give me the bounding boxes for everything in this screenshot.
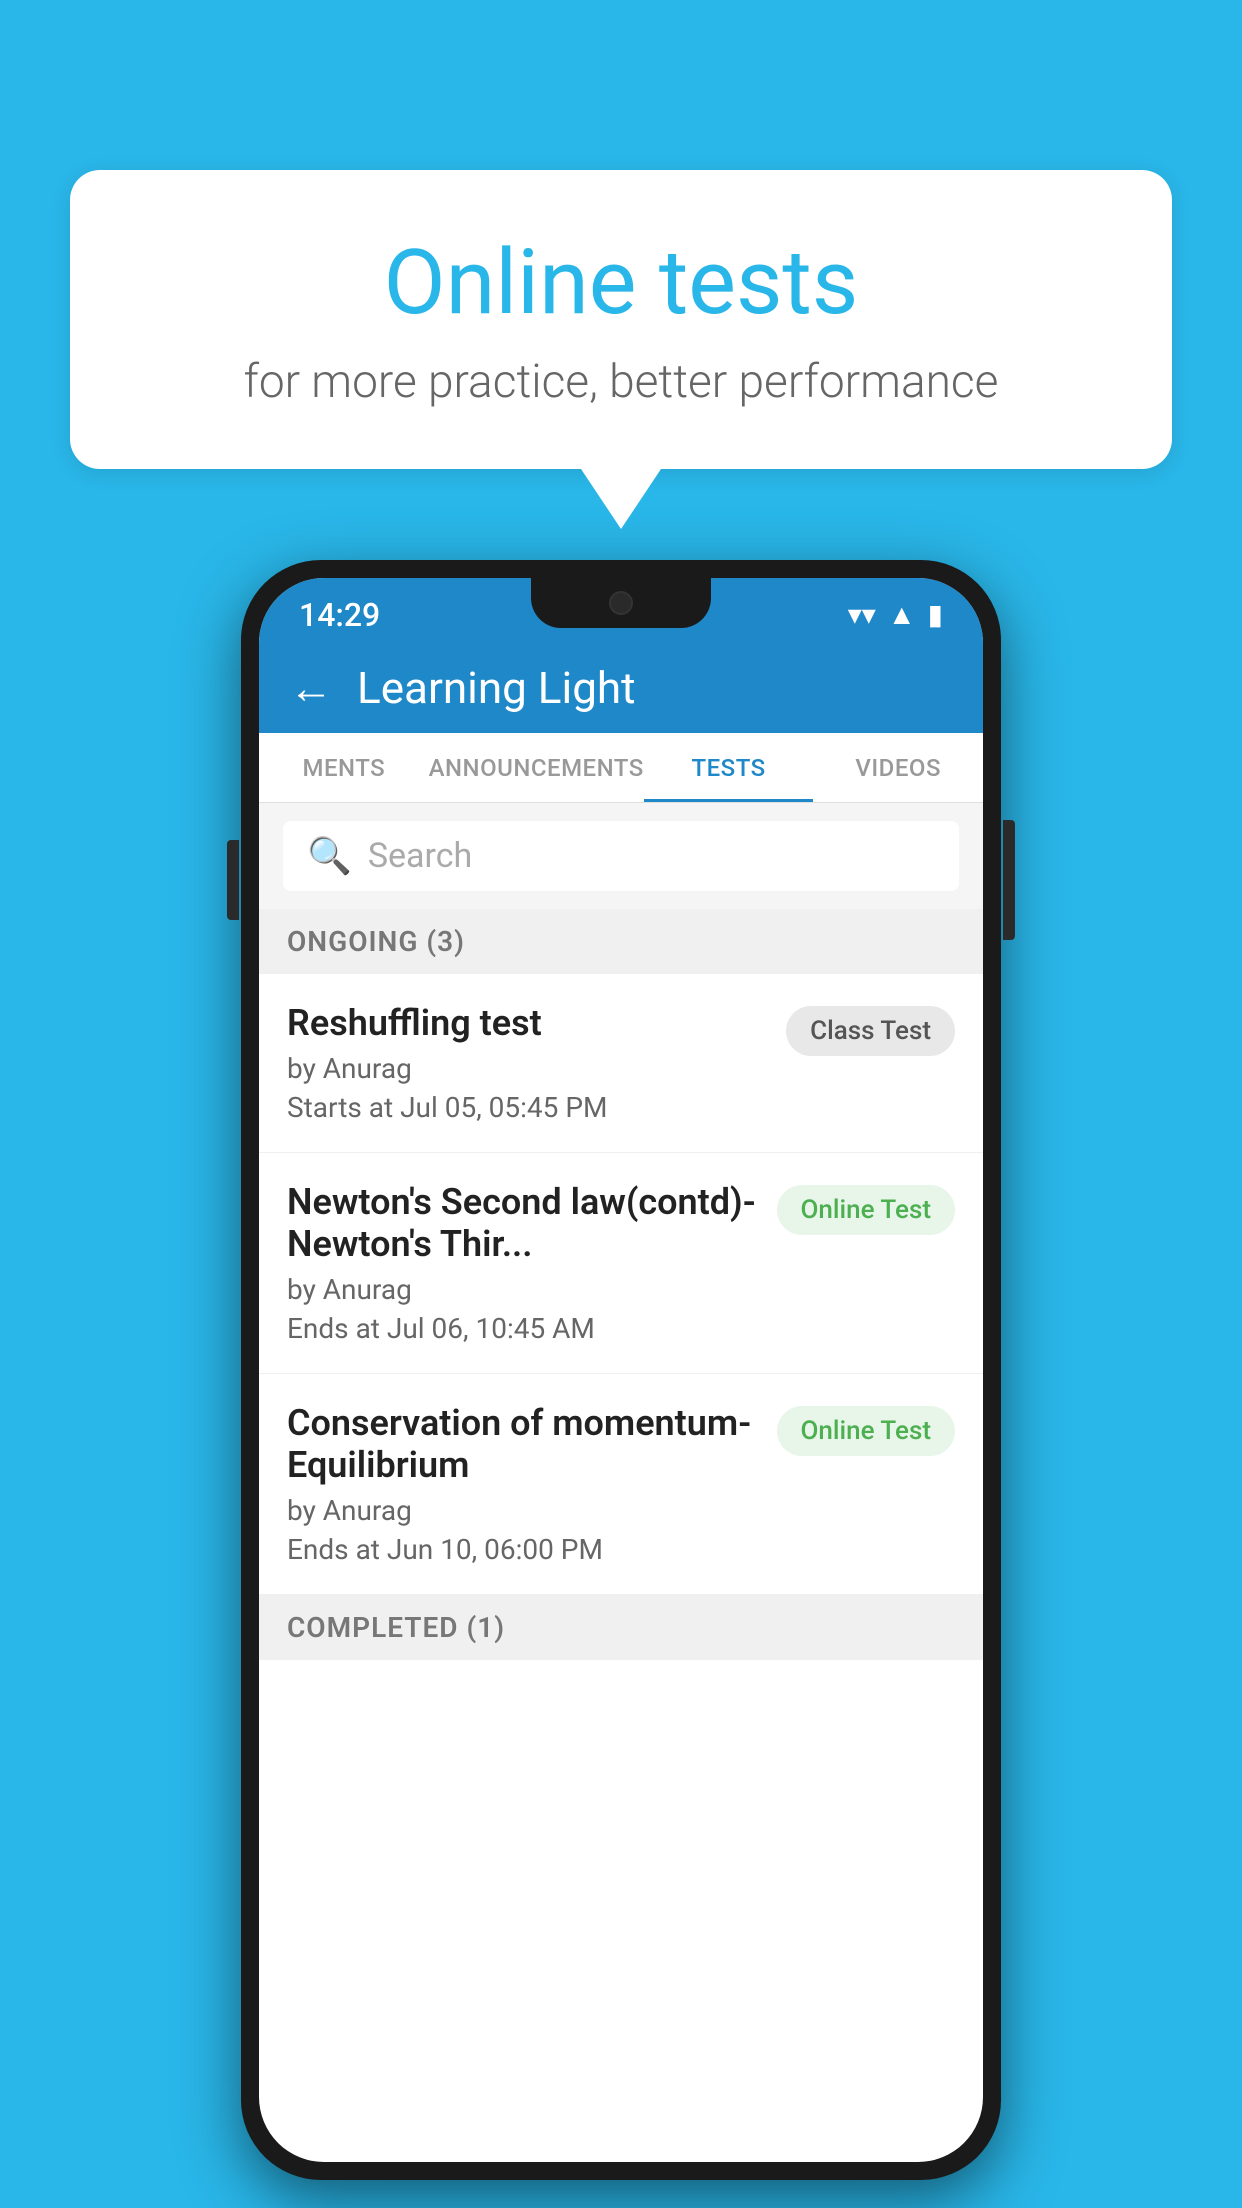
completed-section-title: COMPLETED (1): [287, 1611, 505, 1644]
test-name-1: Reshuffling test: [287, 1002, 766, 1044]
speech-bubble-container: Online tests for more practice, better p…: [70, 170, 1172, 529]
test-by-1: by Anurag: [287, 1052, 766, 1085]
completed-section-header: COMPLETED (1): [259, 1595, 983, 1660]
camera-notch: [609, 591, 633, 615]
test-item-1-left: Reshuffling test by Anurag Starts at Jul…: [287, 1002, 786, 1124]
tabs-container: MENTS ANNOUNCEMENTS TESTS VIDEOS: [259, 733, 983, 803]
app-title: Learning Light: [357, 662, 636, 714]
tab-announcements[interactable]: ANNOUNCEMENTS: [429, 733, 644, 802]
ongoing-section-header: ONGOING (3): [259, 909, 983, 974]
search-container: 🔍 Search: [259, 803, 983, 909]
test-item-3-left: Conservation of momentum-Equilibrium by …: [287, 1402, 777, 1566]
test-badge-3: Online Test: [777, 1406, 956, 1456]
speech-bubble: Online tests for more practice, better p…: [70, 170, 1172, 469]
test-time-1: Starts at Jul 05, 05:45 PM: [287, 1091, 766, 1124]
test-badge-2: Online Test: [777, 1185, 956, 1235]
phone-notch: [531, 578, 711, 628]
ongoing-section-title: ONGOING (3): [287, 925, 465, 958]
test-name-3: Conservation of momentum-Equilibrium: [287, 1402, 757, 1486]
bubble-pointer: [581, 469, 661, 529]
tab-tests[interactable]: TESTS: [644, 733, 814, 802]
test-item-3[interactable]: Conservation of momentum-Equilibrium by …: [259, 1374, 983, 1595]
status-icons: ▾▾ ▲ ▮: [848, 598, 943, 631]
phone-container: 14:29 ▾▾ ▲ ▮ ← Learning Light MENTS ANNO…: [241, 560, 1001, 2180]
test-by-2: by Anurag: [287, 1273, 757, 1306]
bubble-title: Online tests: [150, 230, 1092, 335]
test-item-2-left: Newton's Second law(contd)-Newton's Thir…: [287, 1181, 777, 1345]
back-button[interactable]: ←: [289, 662, 333, 714]
wifi-icon: ▾▾: [848, 598, 876, 631]
test-name-2: Newton's Second law(contd)-Newton's Thir…: [287, 1181, 757, 1265]
bubble-subtitle: for more practice, better performance: [150, 355, 1092, 409]
signal-icon: ▲: [888, 598, 916, 631]
tab-ments[interactable]: MENTS: [259, 733, 429, 802]
test-time-2: Ends at Jul 06, 10:45 AM: [287, 1312, 757, 1345]
tab-videos[interactable]: VIDEOS: [813, 733, 983, 802]
app-header: ← Learning Light: [259, 643, 983, 733]
search-input[interactable]: 🔍 Search: [283, 821, 959, 891]
test-item-1[interactable]: Reshuffling test by Anurag Starts at Jul…: [259, 974, 983, 1153]
test-time-3: Ends at Jun 10, 06:00 PM: [287, 1533, 757, 1566]
status-time: 14:29: [299, 596, 380, 634]
test-item-2[interactable]: Newton's Second law(contd)-Newton's Thir…: [259, 1153, 983, 1374]
test-by-3: by Anurag: [287, 1494, 757, 1527]
search-placeholder: Search: [368, 836, 472, 876]
battery-icon: ▮: [928, 598, 943, 631]
test-badge-1: Class Test: [786, 1006, 955, 1056]
phone-outer: 14:29 ▾▾ ▲ ▮ ← Learning Light MENTS ANNO…: [241, 560, 1001, 2180]
search-icon: 🔍: [307, 835, 352, 877]
phone-inner: 14:29 ▾▾ ▲ ▮ ← Learning Light MENTS ANNO…: [259, 578, 983, 2162]
